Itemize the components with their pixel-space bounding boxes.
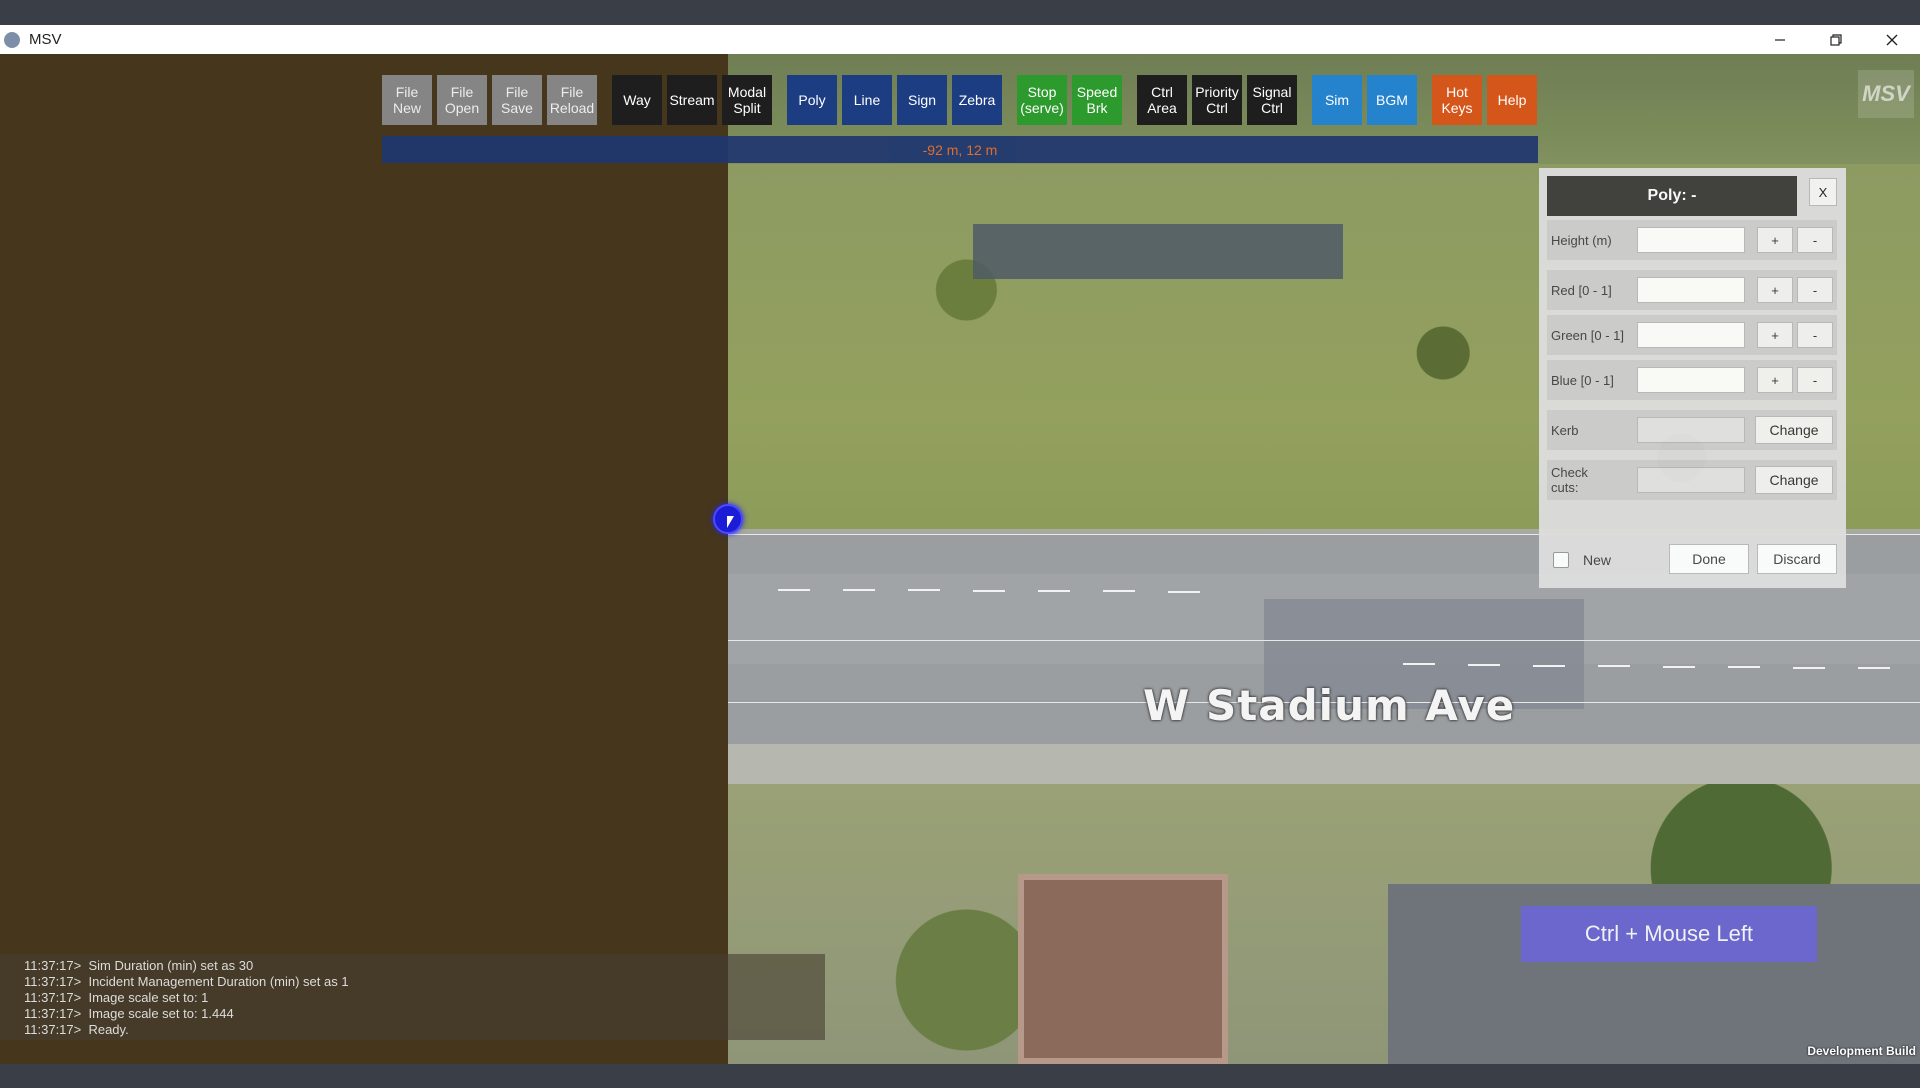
log-line: 11:37:17> Sim Duration (min) set as 30 xyxy=(24,958,254,973)
height-label: Height (m) xyxy=(1551,232,1612,248)
lane-dash xyxy=(973,590,1005,592)
line-button[interactable]: Line xyxy=(842,75,892,125)
green-field[interactable] xyxy=(1637,322,1745,348)
stream-button[interactable]: Stream xyxy=(667,75,717,125)
minimize-icon[interactable] xyxy=(1752,25,1808,54)
panel-close-button[interactable]: X xyxy=(1809,178,1837,206)
blue-minus-button[interactable]: - xyxy=(1797,367,1833,393)
lane-dash xyxy=(1728,666,1760,668)
check-cuts-field[interactable] xyxy=(1637,467,1745,493)
title-bar: MSV xyxy=(0,25,1920,54)
lane-dash xyxy=(1168,591,1200,593)
panel-actions: New Done Discard xyxy=(1547,544,1837,576)
blue-label: Blue [0 - 1] xyxy=(1551,372,1614,388)
lane-dash xyxy=(908,589,940,591)
lane-dash xyxy=(1403,663,1435,665)
street-label: W Stadium Ave xyxy=(1143,681,1516,730)
log-line: 11:37:17> Incident Management Duration (… xyxy=(24,974,349,989)
poly-panel: Poly: - X Height (m) + - Red [0 - 1] + -… xyxy=(1539,168,1846,588)
map-parking xyxy=(973,224,1343,279)
lane-dash xyxy=(1598,665,1630,667)
map-sidewalk xyxy=(728,744,1920,784)
blue-row: Blue [0 - 1] + - xyxy=(1547,360,1837,400)
kerb-change-button[interactable]: Change xyxy=(1755,416,1833,444)
done-button[interactable]: Done xyxy=(1669,544,1749,574)
kerb-field[interactable] xyxy=(1637,417,1745,443)
coordinate-bar: -92 m, 12 m xyxy=(382,136,1538,163)
lane-dash xyxy=(778,589,810,591)
red-plus-button[interactable]: + xyxy=(1757,277,1793,303)
window-controls xyxy=(1752,25,1920,54)
file-reload-button[interactable]: File Reload xyxy=(547,75,597,125)
lane-dash xyxy=(843,589,875,591)
lane-dash xyxy=(1038,590,1070,592)
lane-line xyxy=(728,640,1920,641)
coordinate-readout: -92 m, 12 m xyxy=(922,141,998,158)
height-row: Height (m) + - xyxy=(1547,220,1837,260)
lane-dash xyxy=(1468,664,1500,666)
zebra-button[interactable]: Zebra xyxy=(952,75,1002,125)
kerb-row: Kerb Change xyxy=(1547,410,1837,450)
stop-serve-button[interactable]: Stop (serve) xyxy=(1017,75,1067,125)
file-new-button[interactable]: File New xyxy=(382,75,432,125)
log-line: 11:37:17> Image scale set to: 1 xyxy=(24,990,209,1005)
map-building xyxy=(1018,874,1228,1064)
msv-watermark: MSV xyxy=(1858,70,1914,118)
red-label: Red [0 - 1] xyxy=(1551,282,1612,298)
height-field[interactable] xyxy=(1637,227,1745,253)
ctrl-area-button[interactable]: Ctrl Area xyxy=(1137,75,1187,125)
way-button[interactable]: Way xyxy=(612,75,662,125)
lane-dash xyxy=(1663,666,1695,668)
panel-title: Poly: - xyxy=(1547,176,1797,216)
bgm-button[interactable]: BGM xyxy=(1367,75,1417,125)
map-cursor-marker xyxy=(713,504,743,534)
sign-button[interactable]: Sign xyxy=(897,75,947,125)
poly-button[interactable]: Poly xyxy=(787,75,837,125)
kerb-label: Kerb xyxy=(1551,422,1579,438)
blue-plus-button[interactable]: + xyxy=(1757,367,1793,393)
close-icon[interactable] xyxy=(1864,25,1920,54)
sim-button[interactable]: Sim xyxy=(1312,75,1362,125)
hot-keys-button[interactable]: Hot Keys xyxy=(1432,75,1482,125)
app-canvas[interactable]: W Stadium Ave MSV Development Build 11:3… xyxy=(0,54,1920,1064)
green-plus-button[interactable]: + xyxy=(1757,322,1793,348)
log-console: 11:37:17> Sim Duration (min) set as 30 1… xyxy=(24,958,824,1038)
lane-dash xyxy=(1793,667,1825,669)
modal-split-button[interactable]: Modal Split xyxy=(722,75,772,125)
window-title: MSV xyxy=(29,31,62,48)
blue-field[interactable] xyxy=(1637,367,1745,393)
height-minus-button[interactable]: - xyxy=(1797,227,1833,253)
red-row: Red [0 - 1] + - xyxy=(1547,270,1837,310)
speed-brk-button[interactable]: Speed Brk xyxy=(1072,75,1122,125)
red-field[interactable] xyxy=(1637,277,1745,303)
hotkey-hint: Ctrl + Mouse Left xyxy=(1521,906,1817,962)
lane-dash xyxy=(1103,590,1135,592)
app-icon xyxy=(4,31,20,48)
log-line: 11:37:17> Ready. xyxy=(24,1022,129,1037)
discard-button[interactable]: Discard xyxy=(1757,544,1837,574)
red-minus-button[interactable]: - xyxy=(1797,277,1833,303)
new-checkbox[interactable] xyxy=(1553,552,1569,568)
check-cuts-label: Check cuts: xyxy=(1551,465,1588,495)
check-cuts-row: Check cuts: Change xyxy=(1547,460,1837,500)
lane-dash xyxy=(1858,667,1890,669)
log-line: 11:37:17> Image scale set to: 1.444 xyxy=(24,1006,234,1021)
priority-ctrl-button[interactable]: Priority Ctrl xyxy=(1192,75,1242,125)
top-strip xyxy=(0,0,1920,25)
development-build-label: Development Build xyxy=(1807,1044,1916,1058)
bottom-strip xyxy=(0,1064,1920,1088)
restore-icon[interactable] xyxy=(1808,25,1864,54)
green-row: Green [0 - 1] + - xyxy=(1547,315,1837,355)
height-plus-button[interactable]: + xyxy=(1757,227,1793,253)
signal-ctrl-button[interactable]: Signal Ctrl xyxy=(1247,75,1297,125)
check-cuts-change-button[interactable]: Change xyxy=(1755,466,1833,494)
lane-dash xyxy=(1533,665,1565,667)
new-label: New xyxy=(1583,552,1612,568)
help-button[interactable]: Help xyxy=(1487,75,1537,125)
green-label: Green [0 - 1] xyxy=(1551,327,1624,343)
file-save-button[interactable]: File Save xyxy=(492,75,542,125)
green-minus-button[interactable]: - xyxy=(1797,322,1833,348)
file-open-button[interactable]: File Open xyxy=(437,75,487,125)
